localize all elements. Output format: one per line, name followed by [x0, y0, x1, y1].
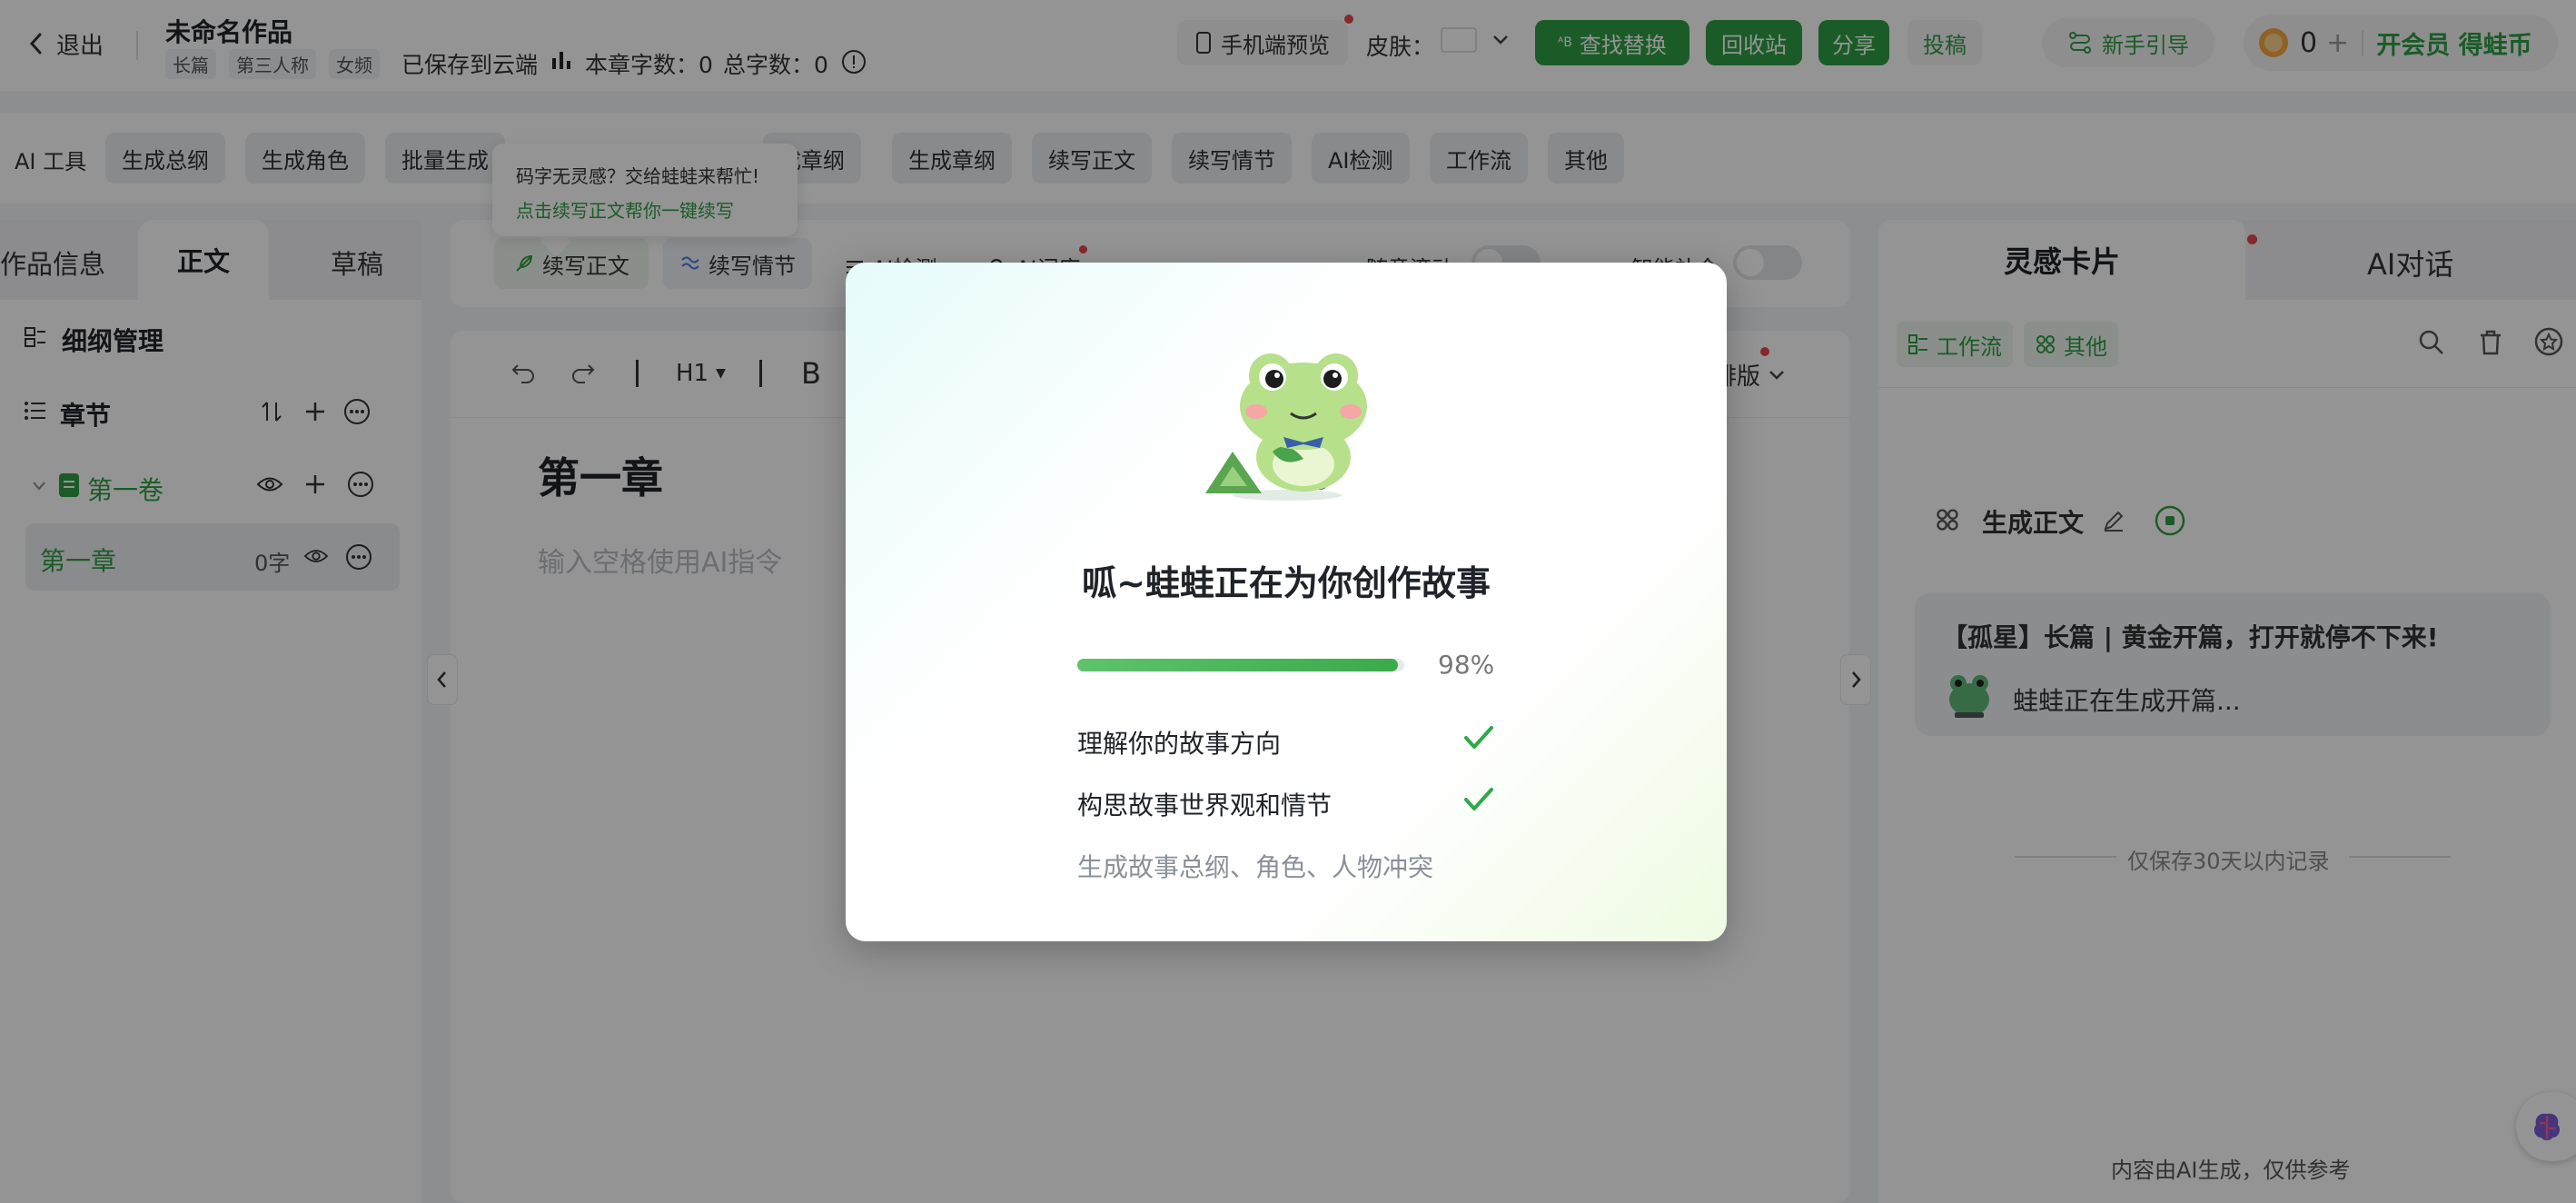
step-understand-direction: 理解你的故事方向 [1077, 729, 1282, 759]
creation-progress-modal: 呱~蛙蛙正在为你创作故事 98% 理解你的故事方向 构思故事世界观和情节 生成故… [846, 263, 1727, 941]
step-worldbuilding: 构思故事世界观和情节 [1077, 790, 1333, 820]
modal-title: 呱~蛙蛙正在为你创作故事 [1082, 563, 1491, 603]
progress-fill [1077, 659, 1398, 671]
step-generate-outline: 生成故事总纲、角色、人物冲突 [1077, 852, 1434, 882]
check-icon [1463, 786, 1494, 813]
frog-mascot [1196, 341, 1378, 504]
check-icon [1463, 724, 1494, 751]
progress-percent: 98% [1438, 650, 1495, 680]
progress-track [1077, 659, 1404, 671]
